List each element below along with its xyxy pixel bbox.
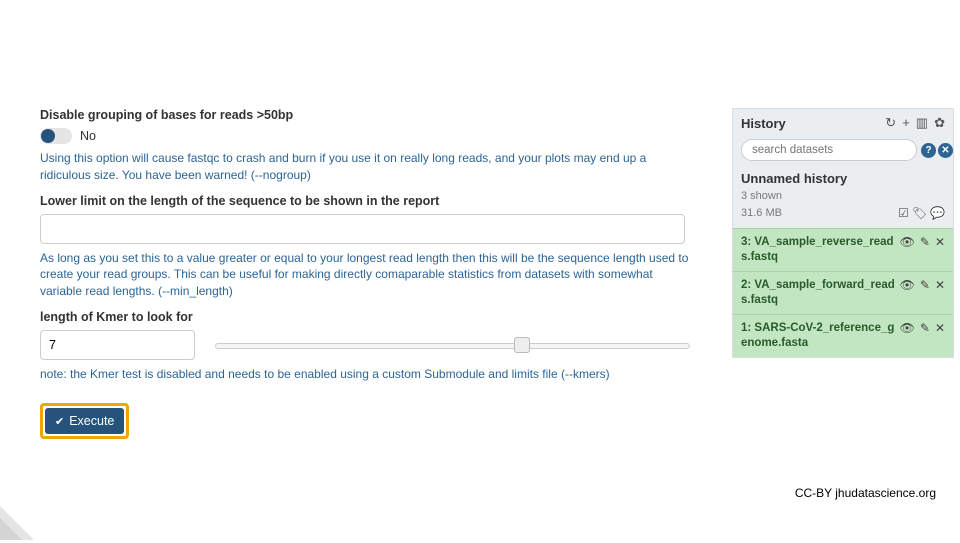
dataset-icons: 👁 ✎ ✕ — [900, 235, 945, 249]
lower-limit-input[interactable] — [40, 214, 685, 244]
search-buttons: ? ✕ — [921, 143, 953, 158]
history-size: 31.6 MB — [741, 207, 782, 219]
dataset-item: 3: VA_sample_reverse_reads.fastq 👁 ✎ ✕ — [733, 228, 953, 271]
disable-grouping-row: No — [40, 128, 690, 144]
history-search-row: ? ✕ — [733, 135, 953, 165]
close-icon[interactable]: ✕ — [935, 321, 945, 335]
toggle-knob — [41, 129, 55, 143]
history-name[interactable]: Unnamed history — [733, 165, 953, 188]
kmer-row — [40, 330, 690, 360]
pencil-icon[interactable]: ✎ — [920, 278, 930, 292]
history-size-row: 31.6 MB ☑ 🏷 💬 — [733, 204, 953, 228]
lower-limit-help: As long as you set this to a value great… — [40, 250, 690, 300]
history-title: History — [741, 116, 786, 131]
history-header-icons: ↻ + ▥ ✿ — [885, 115, 945, 131]
slider-track — [215, 343, 690, 349]
columns-icon[interactable]: ▥ — [916, 115, 928, 131]
kmer-label: length of Kmer to look for — [40, 310, 690, 324]
eye-icon[interactable]: 👁 — [900, 278, 915, 292]
eye-icon[interactable]: 👁 — [900, 235, 915, 249]
clear-search-icon[interactable]: ✕ — [938, 143, 953, 158]
refresh-icon[interactable]: ↻ — [885, 115, 896, 131]
corner-watermark — [0, 484, 56, 540]
pencil-icon[interactable]: ✎ — [920, 321, 930, 335]
history-tag-icons: ☑ 🏷 💬 — [898, 206, 945, 220]
history-panel: History ↻ + ▥ ✿ ? ✕ Unnamed history 3 sh… — [732, 108, 954, 358]
eye-icon[interactable]: 👁 — [900, 321, 915, 335]
dataset-item: 2: VA_sample_forward_reads.fastq 👁 ✎ ✕ — [733, 271, 953, 314]
dataset-title[interactable]: 1: SARS-CoV-2_reference_genome.fasta — [741, 321, 896, 351]
gear-icon[interactable]: ✿ — [934, 115, 945, 131]
dataset-icons: 👁 ✎ ✕ — [900, 278, 945, 292]
attribution-text: CC-BY jhudatascience.org — [795, 486, 936, 500]
disable-grouping-toggle[interactable] — [40, 128, 72, 144]
disable-grouping-help: Using this option will cause fastqc to c… — [40, 150, 690, 184]
disable-grouping-label: Disable grouping of bases for reads >50b… — [40, 108, 690, 122]
slider-thumb[interactable] — [514, 337, 530, 353]
dataset-title[interactable]: 2: VA_sample_forward_reads.fastq — [741, 278, 896, 308]
execute-highlight: Execute — [40, 403, 129, 439]
check-icon — [55, 414, 64, 428]
dataset-icons: 👁 ✎ ✕ — [900, 321, 945, 335]
dataset-title[interactable]: 3: VA_sample_reverse_reads.fastq — [741, 235, 896, 265]
pencil-icon[interactable]: ✎ — [920, 235, 930, 249]
tool-form: Disable grouping of bases for reads >50b… — [40, 108, 690, 439]
close-icon[interactable]: ✕ — [935, 235, 945, 249]
kmer-input[interactable] — [40, 330, 195, 360]
disable-grouping-value: No — [80, 129, 96, 143]
execute-button[interactable]: Execute — [45, 408, 124, 434]
kmer-slider[interactable] — [215, 335, 690, 355]
select-icon[interactable]: ☑ — [898, 206, 909, 220]
annotate-icon[interactable]: 💬 — [930, 206, 945, 220]
close-icon[interactable]: ✕ — [935, 278, 945, 292]
history-shown: 3 shown — [733, 188, 953, 204]
tag-icon[interactable]: 🏷 — [912, 206, 927, 220]
lower-limit-label: Lower limit on the length of the sequenc… — [40, 194, 690, 208]
search-input[interactable] — [741, 139, 917, 161]
history-header: History ↻ + ▥ ✿ — [733, 109, 953, 135]
help-icon[interactable]: ? — [921, 143, 936, 158]
kmer-help: note: the Kmer test is disabled and need… — [40, 366, 690, 383]
execute-button-label: Execute — [69, 414, 114, 428]
dataset-item: 1: SARS-CoV-2_reference_genome.fasta 👁 ✎… — [733, 314, 953, 357]
plus-icon[interactable]: + — [902, 115, 910, 131]
